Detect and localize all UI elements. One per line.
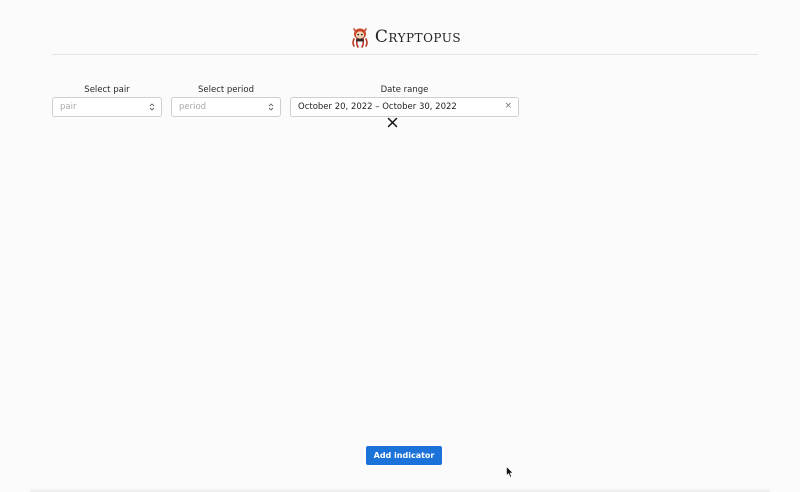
period-label: Select period <box>197 85 254 95</box>
date-range-label: Date range <box>380 85 429 95</box>
date-range-field: Date range October 20, 2022 – October 30… <box>290 84 519 117</box>
pair-label: Select pair <box>84 85 130 95</box>
brand-name: Cryptopus <box>374 27 462 47</box>
page: Cryptopus Select pair pair Select period… <box>0 0 800 492</box>
period-field: Select period period <box>171 84 281 117</box>
date-range-value: October 20, 2022 – October 30, 2022 <box>298 102 457 112</box>
pair-placeholder: pair <box>60 102 77 112</box>
chevron-updown-icon <box>268 103 274 111</box>
footer-shadow <box>30 488 770 492</box>
chevron-updown-icon <box>149 103 155 111</box>
date-range-input[interactable]: October 20, 2022 – October 30, 2022 × <box>290 97 519 117</box>
octopus-logo-icon <box>352 28 368 48</box>
period-placeholder: period <box>179 102 207 112</box>
add-indicator-button[interactable]: Add indicator <box>366 446 442 465</box>
pair-select[interactable]: pair <box>52 97 162 117</box>
clear-date-icon[interactable]: × <box>504 101 512 111</box>
app-header: Cryptopus <box>52 20 758 55</box>
brand-logo[interactable]: Cryptopus <box>349 26 461 48</box>
period-select[interactable]: period <box>171 97 281 117</box>
close-icon[interactable] <box>387 117 398 128</box>
pair-field: Select pair pair <box>52 84 162 117</box>
mouse-cursor-icon <box>506 466 514 478</box>
